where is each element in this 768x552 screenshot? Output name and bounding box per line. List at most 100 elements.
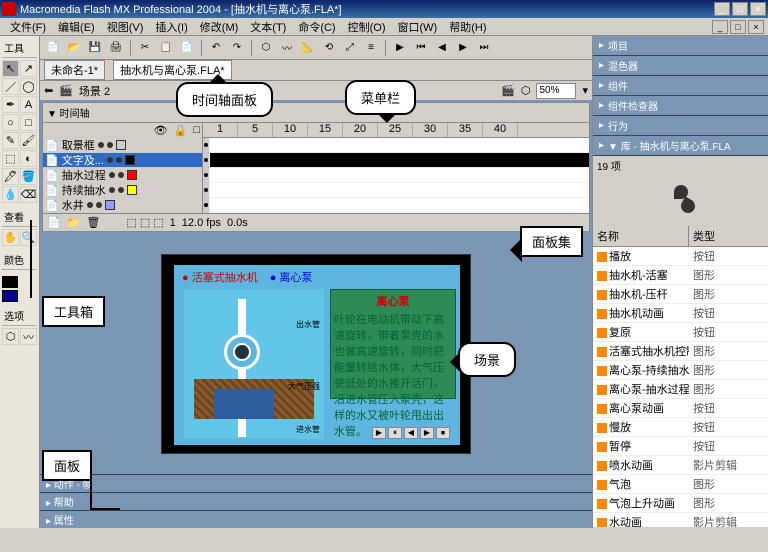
stroke-color[interactable] xyxy=(2,276,18,288)
undo-button[interactable]: ↶ xyxy=(207,39,225,57)
props-panel-bar[interactable]: ▸ 属性 xyxy=(40,510,592,528)
edit-symbol-icon[interactable]: ⬡ xyxy=(521,84,531,97)
ctrl-play[interactable]: ▶ xyxy=(372,427,386,439)
library-item[interactable]: 慢放按钮 xyxy=(593,418,768,437)
arrow-tool[interactable]: ↖ xyxy=(2,60,19,77)
ctrl-stop[interactable]: ⏹ xyxy=(436,427,450,439)
text-tool[interactable]: A xyxy=(20,96,37,113)
layer-row[interactable]: 📄水井 xyxy=(43,198,202,213)
panel-components[interactable]: 组件 xyxy=(593,76,768,96)
zoom-tool[interactable]: 🔍 xyxy=(20,229,37,246)
rect-tool[interactable]: □ xyxy=(20,114,37,131)
menu-file[interactable]: 文件(F) xyxy=(4,19,52,35)
new-button[interactable]: 📄 xyxy=(44,39,62,57)
hand-tool[interactable]: ✋ xyxy=(2,229,19,246)
library-title[interactable]: ▼ 库 - 抽水机与离心泵.FLA xyxy=(593,136,768,156)
delete-layer-icon[interactable]: 🗑 xyxy=(86,216,100,229)
step-back-button[interactable]: ◀ xyxy=(433,39,451,57)
library-item[interactable]: 抽水机-活塞图形 xyxy=(593,266,768,285)
redo-button[interactable]: ↷ xyxy=(228,39,246,57)
col-name[interactable]: 名称 xyxy=(593,226,689,246)
ctrl-pause[interactable]: ⏸ xyxy=(388,427,402,439)
step-fwd-button[interactable]: ▶ xyxy=(454,39,472,57)
library-item[interactable]: 离心泵-持续抽水图形 xyxy=(593,361,768,380)
doc-minimize-button[interactable]: _ xyxy=(712,20,728,34)
minimize-button[interactable]: _ xyxy=(714,2,730,16)
eraser-tool[interactable]: ⌫ xyxy=(20,186,37,203)
zoom-input[interactable] xyxy=(536,83,576,99)
library-item[interactable]: 抽水机动画按钮 xyxy=(593,304,768,323)
library-item[interactable]: 暂停按钮 xyxy=(593,437,768,456)
straighten-button[interactable]: 📐 xyxy=(299,39,317,57)
ctrl-back[interactable]: ◀ xyxy=(404,427,418,439)
menu-insert[interactable]: 插入(I) xyxy=(149,19,193,35)
play-button[interactable]: ▶ xyxy=(391,39,409,57)
panel-inspector[interactable]: 组件检查器 xyxy=(593,96,768,116)
menu-modify[interactable]: 修改(M) xyxy=(194,19,245,35)
smooth-option[interactable]: 〰 xyxy=(20,328,37,345)
align-button[interactable]: ≡ xyxy=(362,39,380,57)
brush-tool[interactable]: 🖌 xyxy=(20,132,37,149)
menu-window[interactable]: 窗口(W) xyxy=(392,19,444,35)
print-button[interactable]: 🖨 xyxy=(107,39,125,57)
rotate-button[interactable]: ⟲ xyxy=(320,39,338,57)
pencil-tool[interactable]: ✎ xyxy=(2,132,19,149)
actions-panel-bar[interactable]: ▸ 动作 - 帧 xyxy=(40,474,592,492)
lock-icon[interactable]: 🔒 xyxy=(174,124,188,137)
library-item[interactable]: 气泡上升动画图形 xyxy=(593,494,768,513)
snap-button[interactable]: ⬡ xyxy=(257,39,275,57)
ctrl-fwd[interactable]: ▶ xyxy=(420,427,434,439)
panel-mixer[interactable]: 混色器 xyxy=(593,56,768,76)
layer-row[interactable]: 📄文字及... xyxy=(43,153,202,168)
ink-tool[interactable]: 🖊 xyxy=(2,168,19,185)
menu-view[interactable]: 视图(V) xyxy=(101,19,150,35)
stage[interactable]: ● 活塞式抽水机 ● 离心泵 出水管 大气压强 进水管 离心泵 xyxy=(161,254,471,454)
fill-transform-tool[interactable]: ◐ xyxy=(20,150,37,167)
zoom-dropdown-icon[interactable]: ▾ xyxy=(582,84,588,97)
cut-button[interactable]: ✂ xyxy=(136,39,154,57)
menu-help[interactable]: 帮助(H) xyxy=(443,19,492,35)
help-panel-bar[interactable]: ▸ 帮助 xyxy=(40,492,592,510)
line-tool[interactable]: ／ xyxy=(2,78,19,95)
transform-tool[interactable]: ⬚ xyxy=(2,150,19,167)
outline-icon[interactable]: □ xyxy=(193,124,200,136)
close-button[interactable]: × xyxy=(750,2,766,16)
col-type[interactable]: 类型 xyxy=(689,226,719,246)
library-item[interactable]: 离心泵-抽水过程图形 xyxy=(593,380,768,399)
frames-area[interactable]: 1510152025303540 xyxy=(203,123,589,213)
library-item[interactable]: 离心泵动画按钮 xyxy=(593,399,768,418)
library-item[interactable]: 抽水机-压杆图形 xyxy=(593,285,768,304)
paste-button[interactable]: 📄 xyxy=(178,39,196,57)
edit-scene-icon[interactable]: 🎬 xyxy=(501,84,515,97)
rewind-button[interactable]: ⏮ xyxy=(412,39,430,57)
oval-tool[interactable]: ○ xyxy=(2,114,19,131)
add-folder-icon[interactable]: 📁 xyxy=(67,216,81,229)
library-item[interactable]: 播放按钮 xyxy=(593,247,768,266)
eye-icon[interactable]: 👁 xyxy=(154,124,168,137)
layer-row[interactable]: 📄取景框 xyxy=(43,138,202,153)
back-icon[interactable]: ⬅ xyxy=(44,84,53,97)
timeline-title[interactable]: ▼ 时间轴 xyxy=(43,103,589,123)
maximize-button[interactable]: □ xyxy=(732,2,748,16)
dropper-tool[interactable]: 💧 xyxy=(2,186,19,203)
open-button[interactable]: 📂 xyxy=(65,39,83,57)
lasso-tool[interactable]: ◯ xyxy=(20,78,37,95)
doc-close-button[interactable]: × xyxy=(748,20,764,34)
layer-row[interactable]: 📄抽水过程 xyxy=(43,168,202,183)
copy-button[interactable]: 📋 xyxy=(157,39,175,57)
panel-behaviors[interactable]: 行为 xyxy=(593,116,768,136)
menu-control[interactable]: 控制(O) xyxy=(342,19,392,35)
library-item[interactable]: 气泡图形 xyxy=(593,475,768,494)
library-item[interactable]: 水动画影片剪辑 xyxy=(593,513,768,527)
doc-maximize-button[interactable]: □ xyxy=(730,20,746,34)
library-list[interactable]: 播放按钮抽水机-活塞图形抽水机-压杆图形抽水机动画按钮复原按钮活塞式抽水机控制图… xyxy=(593,247,768,527)
menu-edit[interactable]: 编辑(E) xyxy=(52,19,101,35)
library-item[interactable]: 活塞式抽水机控制图形 xyxy=(593,342,768,361)
library-item[interactable]: 复原按钮 xyxy=(593,323,768,342)
subselect-tool[interactable]: ↗ xyxy=(20,60,37,77)
add-layer-icon[interactable]: 📄 xyxy=(47,216,61,229)
layer-row[interactable]: 📄持续抽水 xyxy=(43,183,202,198)
scene-name[interactable]: 场景 2 xyxy=(79,83,110,99)
pen-tool[interactable]: ✒ xyxy=(2,96,19,113)
fill-color[interactable] xyxy=(2,290,18,302)
